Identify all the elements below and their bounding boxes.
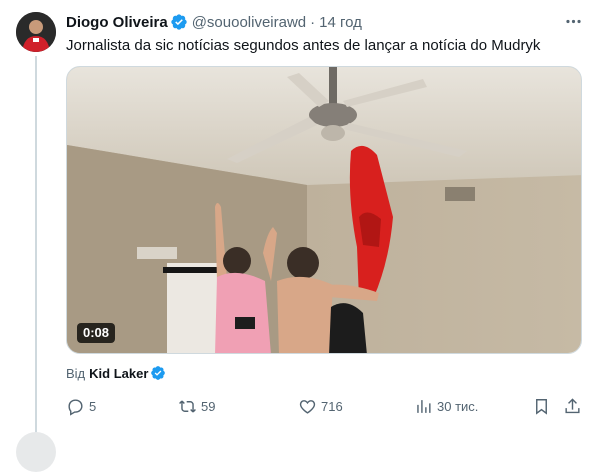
retweet-icon bbox=[179, 399, 196, 413]
verified-badge-icon bbox=[171, 14, 187, 30]
separator: · bbox=[310, 13, 316, 31]
reply-icon bbox=[68, 398, 83, 416]
thread-line bbox=[35, 56, 37, 440]
reply-count: 5 bbox=[89, 398, 97, 414]
author-name[interactable]: Diogo Oliveira bbox=[66, 14, 168, 31]
bookmark-button[interactable] bbox=[532, 394, 551, 418]
retweet-button[interactable]: 59 bbox=[178, 394, 215, 418]
media-credit: Від Kid Laker bbox=[66, 364, 166, 382]
retweet-count: 59 bbox=[201, 398, 216, 414]
video-frame bbox=[67, 67, 581, 353]
share-icon bbox=[565, 397, 580, 413]
like-icon bbox=[299, 399, 316, 414]
views-button[interactable]: 30 тис. bbox=[414, 394, 478, 418]
verified-badge-icon bbox=[151, 366, 166, 380]
more-button[interactable] bbox=[562, 10, 584, 32]
like-count: 716 bbox=[321, 398, 343, 414]
views-icon bbox=[417, 399, 431, 413]
video-duration: 0:08 bbox=[77, 323, 116, 343]
bookmark-icon bbox=[536, 398, 547, 415]
author-handle[interactable]: @souooliveirawd bbox=[192, 14, 306, 31]
like-button[interactable]: 716 bbox=[298, 394, 343, 418]
tweet-text: Jornalista da sic notícias segundos ante… bbox=[66, 37, 541, 54]
avatar[interactable] bbox=[16, 12, 56, 52]
views-count: 30 тис. bbox=[437, 398, 479, 414]
video-player[interactable]: 0:08 bbox=[66, 66, 582, 354]
timestamp[interactable]: 14 год bbox=[319, 14, 362, 31]
share-button[interactable] bbox=[563, 394, 582, 418]
reply-button[interactable]: 5 bbox=[66, 394, 96, 418]
credit-label: Від bbox=[66, 365, 86, 381]
more-icon bbox=[565, 19, 581, 23]
credit-name[interactable]: Kid Laker bbox=[89, 366, 148, 381]
action-bar: 5 59 716 30 тис. bbox=[60, 394, 590, 418]
tweet-header: Diogo Oliveira @souooliveirawd · 14 год bbox=[66, 12, 362, 32]
next-tweet-avatar[interactable] bbox=[16, 432, 56, 472]
